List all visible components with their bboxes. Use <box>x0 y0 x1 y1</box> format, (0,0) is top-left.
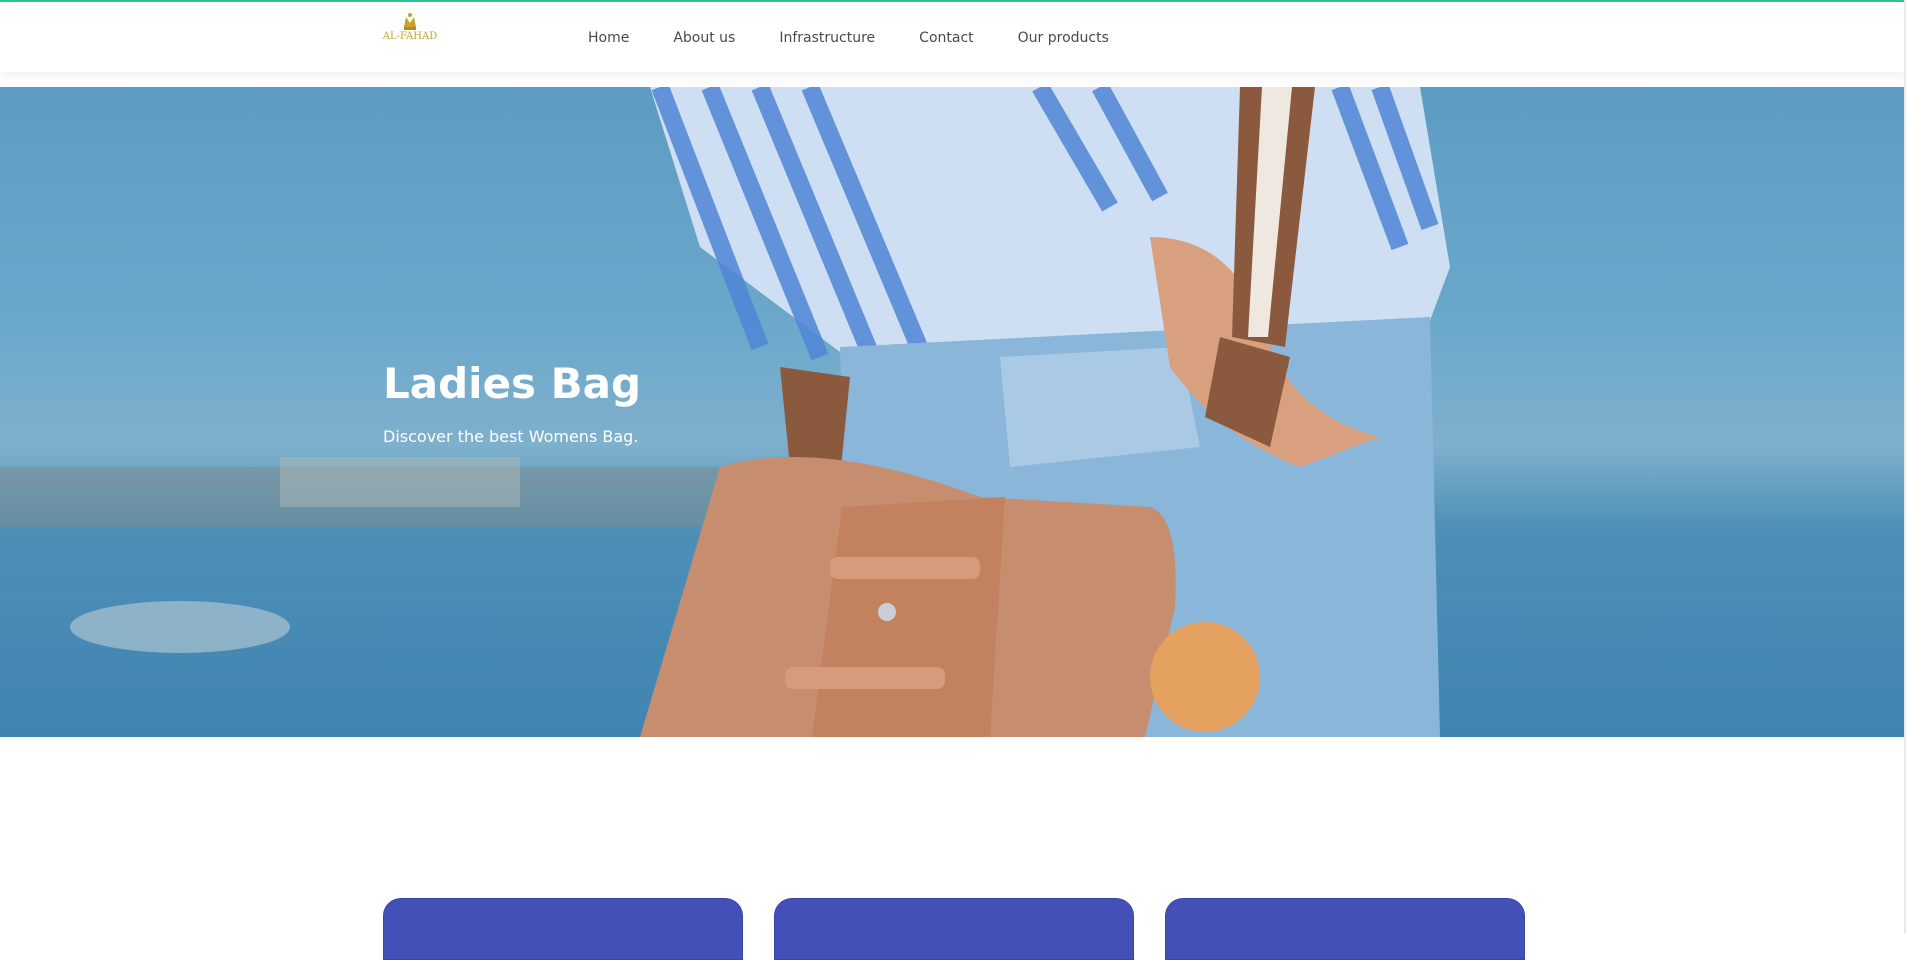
main-nav: Home About us Infrastructure Contact Our… <box>566 27 1131 49</box>
nav-our-products[interactable]: Our products <box>996 27 1131 49</box>
nav-home[interactable]: Home <box>566 27 651 49</box>
brand-logo[interactable]: AL-FAHAD <box>382 9 438 49</box>
nav-contact[interactable]: Contact <box>897 27 995 49</box>
nav-infrastructure[interactable]: Infrastructure <box>757 27 897 49</box>
hero-image <box>0 87 1450 737</box>
site-header: AL-FAHAD Home About us Infrastructure Co… <box>0 2 1906 72</box>
product-card-3[interactable] <box>1165 898 1525 960</box>
product-cards <box>383 898 1525 960</box>
hero-subtitle: Discover the best Womens Bag. <box>383 427 639 446</box>
product-card-2[interactable] <box>774 898 1134 960</box>
hero-banner: Ladies Bag Discover the best Womens Bag. <box>0 87 1906 737</box>
hero-title: Ladies Bag <box>383 359 642 408</box>
nav-about-us[interactable]: About us <box>651 27 757 49</box>
crown-icon <box>404 13 416 30</box>
product-card-1[interactable] <box>383 898 743 960</box>
logo-text: AL-FAHAD <box>382 31 438 42</box>
